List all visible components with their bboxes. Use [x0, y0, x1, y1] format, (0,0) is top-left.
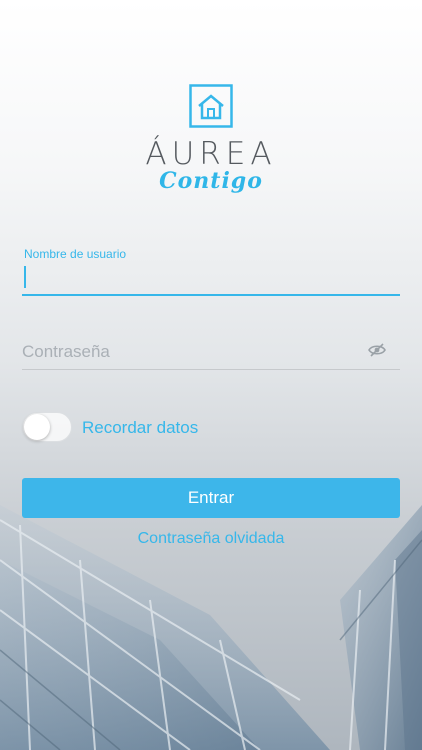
- login-button[interactable]: Entrar: [22, 478, 400, 518]
- remember-label[interactable]: Recordar datos: [82, 418, 198, 438]
- password-input[interactable]: [22, 334, 362, 369]
- username-label: Nombre de usuario: [24, 247, 127, 261]
- brand-tagline: Contigo: [159, 168, 263, 194]
- remember-toggle[interactable]: [22, 412, 72, 442]
- password-field[interactable]: [22, 334, 400, 370]
- username-input[interactable]: [22, 262, 400, 294]
- toggle-knob: [24, 414, 50, 440]
- forgot-password-link[interactable]: Contraseña olvidada: [0, 530, 422, 548]
- username-field[interactable]: [22, 262, 400, 296]
- eye-slash-icon[interactable]: [368, 343, 386, 357]
- login-screen: ÁUREA Contigo Nombre de usuario Recordar…: [0, 0, 422, 750]
- house-icon: [189, 84, 233, 128]
- brand-name: ÁUREA: [145, 136, 277, 172]
